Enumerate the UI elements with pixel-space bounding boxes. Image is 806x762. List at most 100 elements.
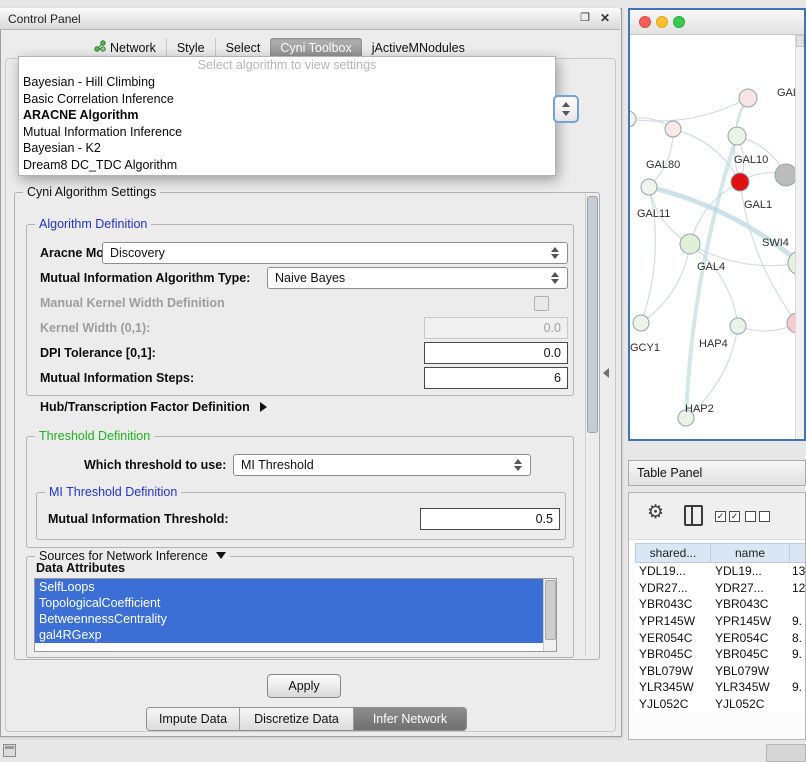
network-window-titlebar[interactable] (630, 10, 804, 35)
mi-threshold-definition-legend: MI Threshold Definition (45, 485, 181, 499)
table-cell: YDR27... (711, 581, 790, 595)
network-node[interactable] (665, 121, 681, 137)
mi-algorithm-type-select[interactable]: Naive Bayes (267, 267, 568, 289)
attribute-item-gal4rgexp[interactable]: gal4RGexp (35, 627, 544, 643)
settings-scrollbar-thumb[interactable] (587, 196, 598, 433)
table-row[interactable]: YDL19...YDL19...13 (635, 563, 806, 580)
attribute-item-betweennesscentrality[interactable]: BetweennessCentrality (35, 611, 544, 627)
select-all-rows-icon[interactable]: ✓ ✓ (715, 511, 740, 522)
which-threshold-value: MI Threshold (241, 458, 314, 472)
dropdown-item-dream8-dc-tdc-algorithm[interactable]: Dream8 DC_TDC Algorithm (19, 157, 555, 174)
gear-icon[interactable]: ⚙ (647, 501, 664, 524)
network-node[interactable] (775, 164, 797, 186)
network-edge[interactable] (649, 187, 800, 263)
network-edge[interactable] (686, 136, 737, 418)
network-node[interactable] (730, 318, 746, 334)
which-threshold-select[interactable]: MI Threshold (233, 454, 531, 476)
settings-scrollbar[interactable] (585, 194, 598, 656)
manual-kernel-width-checkbox[interactable] (534, 296, 549, 311)
network-edge[interactable] (649, 129, 673, 187)
deselect-all-rows-icon[interactable] (745, 511, 770, 522)
node-label: GAL11 (637, 208, 670, 220)
docked-panel-icon[interactable] (3, 744, 16, 757)
column-header-partial[interactable] (790, 543, 806, 563)
collapse-arrow-icon (216, 552, 226, 559)
node-label: GAL1 (744, 199, 772, 211)
dropdown-item-mutual-information-inference[interactable]: Mutual Information Inference (19, 124, 555, 141)
attribute-item-topologicalcoefficient[interactable]: TopologicalCoefficient (35, 595, 544, 611)
algorithm-select-spinner[interactable] (553, 95, 579, 123)
network-canvas[interactable]: GALGAL80GAL10GAL11GAL1SWI4GAL4GCY1HAP4HA… (630, 35, 804, 440)
mi-threshold-input[interactable]: 0.5 (420, 508, 560, 530)
table-cell: YPR145W (711, 614, 790, 628)
app-screen: Control Panel ❐ ✕ NetworkStyleSelectCyni… (0, 0, 806, 762)
table-cell: 9. (790, 614, 806, 628)
mi-steps-input[interactable]: 6 (424, 367, 568, 389)
column-header-name[interactable]: name (711, 543, 790, 563)
apply-button[interactable]: Apply (267, 674, 341, 698)
node-label: GAL4 (697, 261, 725, 273)
network-scrollbar[interactable] (795, 35, 804, 440)
hub-section-toggle[interactable]: Hub/Transcription Factor Definition (40, 400, 267, 414)
mi-algorithm-type-label: Mutual Information Algorithm Type: (40, 271, 250, 285)
network-node[interactable] (630, 111, 636, 127)
table-cell: YDR27... (635, 581, 711, 595)
tab-jactivemnodules[interactable]: jActiveMNodules (362, 38, 475, 58)
table-row[interactable]: YBR045CYBR045C9. (635, 646, 806, 663)
table-row[interactable]: YBL079WYBL079W (635, 663, 806, 680)
dropdown-item-aracne-algorithm[interactable]: ARACNE Algorithm (19, 107, 555, 124)
dpi-tolerance-input[interactable]: 0.0 (424, 342, 568, 364)
attribute-item-selfloops[interactable]: SelfLoops (35, 579, 544, 595)
network-edge[interactable] (630, 98, 748, 121)
table-row[interactable]: YPR145WYPR145W9. (635, 613, 806, 630)
network-scrollbar-button[interactable] (796, 35, 804, 47)
network-edge[interactable] (641, 244, 690, 323)
table-row[interactable]: YDR27...YDR27...12 (635, 580, 806, 597)
table-row[interactable]: YJL052CYJL052C (635, 696, 806, 713)
bottom-tab-infer-network[interactable]: Infer Network (353, 708, 466, 730)
dropdown-item-bayesian-hill-climbing[interactable]: Bayesian - Hill Climbing (19, 74, 555, 91)
table-row[interactable]: YLR345WYLR345W9. (635, 679, 806, 696)
bottom-tab-bar: Impute DataDiscretize DataInfer Network (146, 707, 467, 731)
close-traffic-light-icon[interactable] (639, 16, 651, 28)
table-row[interactable]: YER054CYER054C8. (635, 629, 806, 646)
network-node[interactable] (739, 89, 757, 107)
network-svg: GALGAL80GAL10GAL11GAL1SWI4GAL4GCY1HAP4HA… (630, 35, 804, 440)
column-selector-icon[interactable] (684, 505, 703, 526)
tab-select[interactable]: Select (215, 38, 271, 58)
close-window-icon[interactable]: ✕ (600, 11, 610, 25)
dropdown-item-basic-correlation-inference[interactable]: Basic Correlation Inference (19, 91, 555, 108)
network-icon (94, 40, 106, 55)
dropdown-item-bayesian-k2[interactable]: Bayesian - K2 (19, 140, 555, 157)
bottom-tab-impute-data[interactable]: Impute Data (147, 708, 239, 730)
node-label: GAL10 (734, 154, 768, 166)
mi-algorithm-type-value: Naive Bayes (275, 271, 345, 285)
network-node[interactable] (728, 127, 746, 145)
attributes-scrollbar[interactable] (543, 579, 556, 651)
splitter-collapse-arrow[interactable] (603, 368, 609, 378)
table-body: YDL19...YDL19...13YDR27...YDR27...12YBR0… (635, 563, 806, 712)
tab-network[interactable]: Network (84, 37, 166, 58)
zoom-traffic-light-icon[interactable] (673, 16, 685, 28)
network-node[interactable] (641, 179, 657, 195)
network-node[interactable] (731, 173, 749, 191)
float-window-icon[interactable]: ❐ (580, 11, 590, 24)
table-panel-titlebar[interactable]: Table Panel (628, 460, 806, 486)
bottom-tab-discretize-data[interactable]: Discretize Data (239, 708, 353, 730)
tab-cyni-toolbox[interactable]: Cyni Toolbox (270, 38, 361, 58)
mi-threshold-label: Mutual Information Threshold: (48, 512, 229, 526)
tab-style[interactable]: Style (166, 38, 215, 58)
network-node[interactable] (633, 315, 649, 331)
data-attributes-list[interactable]: SelfLoopsTopologicalCoefficientBetweenne… (34, 578, 557, 652)
tab-label: jActiveMNodules (372, 41, 465, 55)
control-panel-titlebar[interactable]: Control Panel ❐ ✕ (0, 8, 620, 30)
attributes-scrollbar-thumb[interactable] (545, 580, 556, 640)
column-header-shared-name[interactable]: shared... (635, 543, 711, 563)
kernel-width-input[interactable]: 0.0 (424, 317, 568, 339)
cyni-settings-legend: Cyni Algorithm Settings (23, 185, 160, 199)
aracne-mode-select[interactable]: Discovery (102, 242, 568, 264)
network-node[interactable] (680, 234, 700, 254)
table-row[interactable]: YBR043CYBR043C (635, 596, 806, 613)
dpi-tolerance-label: DPI Tolerance [0,1]: (40, 346, 156, 360)
minimize-traffic-light-icon[interactable] (656, 16, 668, 28)
